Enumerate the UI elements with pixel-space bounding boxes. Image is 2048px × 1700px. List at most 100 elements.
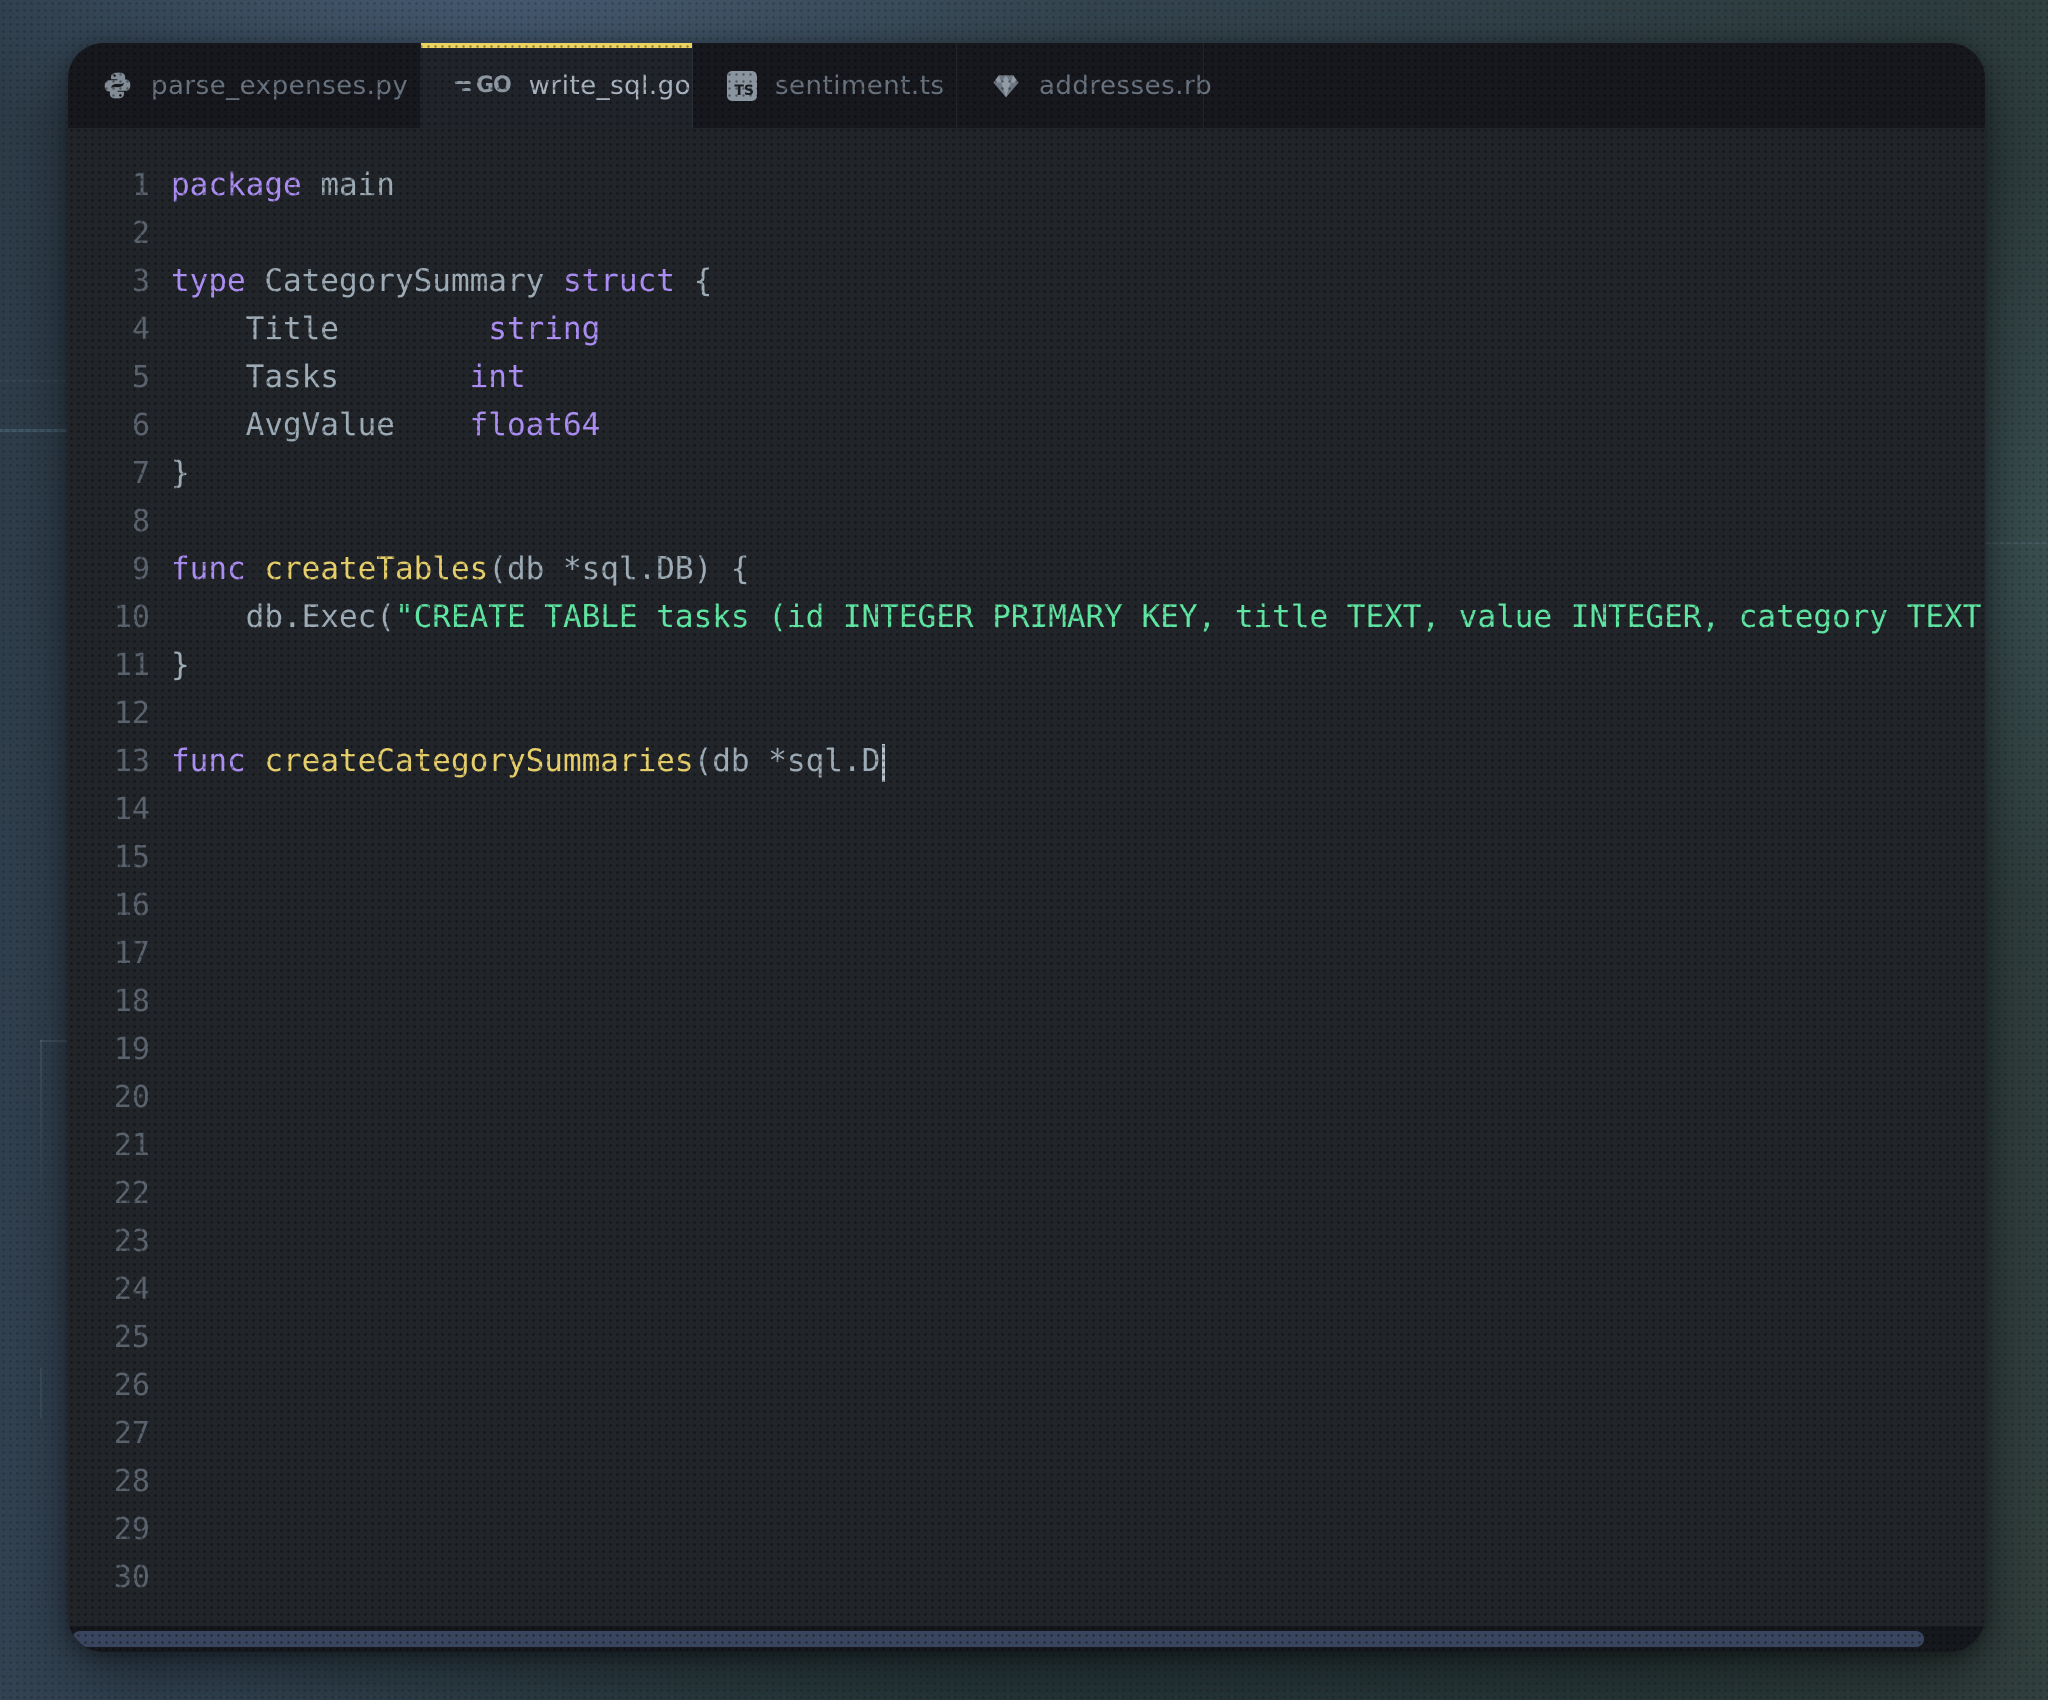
line-number: 12 <box>113 695 150 731</box>
line-number: 15 <box>113 839 150 875</box>
code-segment: "CREATE TABLE tasks (id INTEGER PRIMARY … <box>394 599 1982 635</box>
line-number: 18 <box>113 983 150 1019</box>
code-line: 30 <box>68 1553 1985 1601</box>
line-number: 20 <box>113 1079 150 1115</box>
code-line-text: package main <box>171 161 395 209</box>
code-line: 6 AvgValue float64 <box>68 401 1985 449</box>
code-segment: Title <box>171 311 489 347</box>
code-segment: int <box>469 359 526 395</box>
line-number: 8 <box>131 503 150 539</box>
code-segment: Tasks <box>171 359 470 395</box>
line-number: 10 <box>113 599 150 635</box>
line-number: 27 <box>113 1415 150 1451</box>
code-line: 2 <box>68 209 1985 257</box>
text-cursor <box>882 743 886 782</box>
code-lines: 1 package main 2 3 type CategorySummary stru… <box>68 161 1985 1601</box>
tab-sentiment-ts[interactable]: TS sentiment.ts <box>693 43 957 128</box>
code-editor-area[interactable]: 1 package main 2 3 type CategorySummary stru… <box>68 128 1985 1626</box>
code-line: 11} <box>68 641 1985 689</box>
line-number: 22 <box>113 1175 150 1211</box>
line-number: 14 <box>113 791 150 827</box>
code-line-text: Title string <box>171 305 601 353</box>
tab-bar-empty-space <box>1204 43 1985 128</box>
code-line: 28 <box>68 1457 1985 1505</box>
tab-parse-expenses-py[interactable]: parse_expenses.py <box>68 43 421 128</box>
code-line: 3 type CategorySummary struct { <box>68 257 1985 305</box>
line-number: 17 <box>113 935 150 971</box>
ruby-icon <box>991 71 1021 101</box>
bg-decor-line <box>0 429 67 432</box>
tab-label: sentiment.ts <box>775 70 945 101</box>
line-number: 19 <box>113 1031 150 1067</box>
line-number: 29 <box>113 1511 150 1547</box>
bg-decor-line <box>40 1368 42 1418</box>
line-number: 21 <box>113 1127 150 1163</box>
code-line: 17 <box>68 929 1985 977</box>
line-number: 1 <box>131 167 150 203</box>
code-line: 19 <box>68 1025 1985 1073</box>
code-line: 18 <box>68 977 1985 1025</box>
code-line: 29 <box>68 1505 1985 1553</box>
code-line: 22 <box>68 1169 1985 1217</box>
line-number: 4 <box>131 311 150 347</box>
bg-decor-line <box>40 1040 67 1042</box>
line-number: 7 <box>131 455 150 491</box>
code-line: 8 <box>68 497 1985 545</box>
line-number: 2 <box>131 215 150 251</box>
python-icon <box>102 70 133 101</box>
tab-addresses-rb[interactable]: addresses.rb <box>957 43 1212 128</box>
code-line: 13 func createCategorySummaries(db *sql.D <box>68 737 1985 785</box>
code-segment: func <box>171 743 246 779</box>
tab-label: write_sql.go <box>528 70 692 101</box>
code-segment: } <box>171 455 190 491</box>
code-line-text: func createCategorySummaries(db *sql.D <box>171 737 886 785</box>
code-segment: package <box>171 167 302 203</box>
code-line: 21 <box>68 1121 1985 1169</box>
code-segment: (db *sql.DB) { <box>488 551 750 587</box>
tab-label: parse_expenses.py <box>151 70 409 101</box>
code-line: 12 <box>68 689 1985 737</box>
code-line: 26 <box>68 1361 1985 1409</box>
line-number: 16 <box>113 887 150 923</box>
code-line: 9 func createTables(db *sql.DB) { <box>68 545 1985 593</box>
code-segment: createCategorySummaries <box>264 743 694 779</box>
code-segment: (db *sql.D <box>693 743 881 779</box>
code-line: 20 <box>68 1073 1985 1121</box>
code-line: 27 <box>68 1409 1985 1457</box>
line-number: 23 <box>113 1223 150 1259</box>
bg-decor-line <box>40 1040 42 1190</box>
code-segment: AvgValue <box>171 407 470 443</box>
code-line-text: } <box>171 449 190 497</box>
tab-write-sql-go[interactable]: GO write_sql.go <box>421 43 693 128</box>
horizontal-scrollbar-track[interactable] <box>68 1626 1985 1652</box>
code-line: 14 <box>68 785 1985 833</box>
code-segment: string <box>488 311 601 347</box>
line-number: 3 <box>131 263 150 299</box>
code-segment: createTables <box>264 551 489 587</box>
horizontal-scrollbar-thumb[interactable] <box>72 1631 1924 1647</box>
code-line-text: func createTables(db *sql.DB) { <box>171 545 750 593</box>
code-line: 15 <box>68 833 1985 881</box>
code-line-text: db.Exec("CREATE TABLE tasks (id INTEGER … <box>171 593 1982 641</box>
code-line: 24 <box>68 1265 1985 1313</box>
code-line-text: type CategorySummary struct { <box>171 257 712 305</box>
code-segment: CategorySummary <box>245 263 563 299</box>
code-line: 25 <box>68 1313 1985 1361</box>
line-number: 24 <box>113 1271 150 1307</box>
code-segment: type <box>171 263 246 299</box>
code-segment: float64 <box>469 407 601 443</box>
code-line-text: AvgValue float64 <box>171 401 601 449</box>
tab-bar: parse_expenses.py GO write_sql.go TS sen… <box>68 43 1985 128</box>
code-line: 23 <box>68 1217 1985 1265</box>
bg-decor-line <box>1985 542 2048 544</box>
line-number: 5 <box>131 359 150 395</box>
line-number: 28 <box>113 1463 150 1499</box>
line-number: 26 <box>113 1367 150 1403</box>
code-line-text: Tasks int <box>171 353 526 401</box>
code-line: 16 <box>68 881 1985 929</box>
line-number: 6 <box>131 407 150 443</box>
line-number: 25 <box>113 1319 150 1355</box>
line-number: 9 <box>131 551 150 587</box>
